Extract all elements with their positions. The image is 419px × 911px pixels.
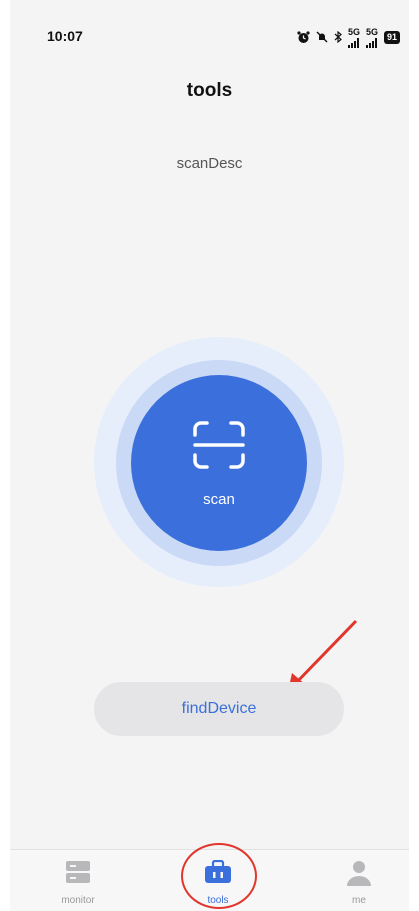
bluetooth-icon bbox=[334, 31, 342, 43]
status-bar: 10:07 5G 5G 91 bbox=[10, 0, 409, 70]
alarm-icon bbox=[297, 30, 310, 44]
mute-bell-icon bbox=[316, 31, 328, 43]
scan-description: scanDesc bbox=[176, 155, 243, 172]
tab-me-label: me bbox=[352, 895, 366, 906]
scan-label: scan bbox=[203, 491, 235, 508]
signal-icon-2: 5G bbox=[365, 26, 378, 48]
scan-button[interactable]: scan bbox=[131, 375, 307, 551]
tab-monitor-label: monitor bbox=[61, 895, 95, 906]
app-screen: 10:07 5G 5G 91 tools scanDesc scan findD… bbox=[10, 0, 409, 911]
tab-me[interactable]: me bbox=[309, 850, 409, 911]
status-icons: 5G 5G 91 bbox=[297, 26, 400, 48]
scan-frame-icon bbox=[191, 417, 247, 478]
status-time: 10:07 bbox=[47, 28, 83, 44]
battery-icon: 91 bbox=[383, 30, 400, 44]
red-highlight-circle bbox=[181, 843, 257, 909]
person-icon bbox=[347, 860, 371, 891]
page-title: tools bbox=[186, 80, 233, 101]
tab-monitor[interactable]: monitor bbox=[28, 850, 128, 911]
signal-icon: 5G bbox=[347, 26, 360, 48]
signal-label-2: 5G bbox=[365, 27, 378, 37]
server-icon bbox=[65, 860, 91, 889]
signal-label-1: 5G bbox=[347, 27, 360, 37]
find-device-button[interactable]: findDevice bbox=[94, 682, 344, 736]
